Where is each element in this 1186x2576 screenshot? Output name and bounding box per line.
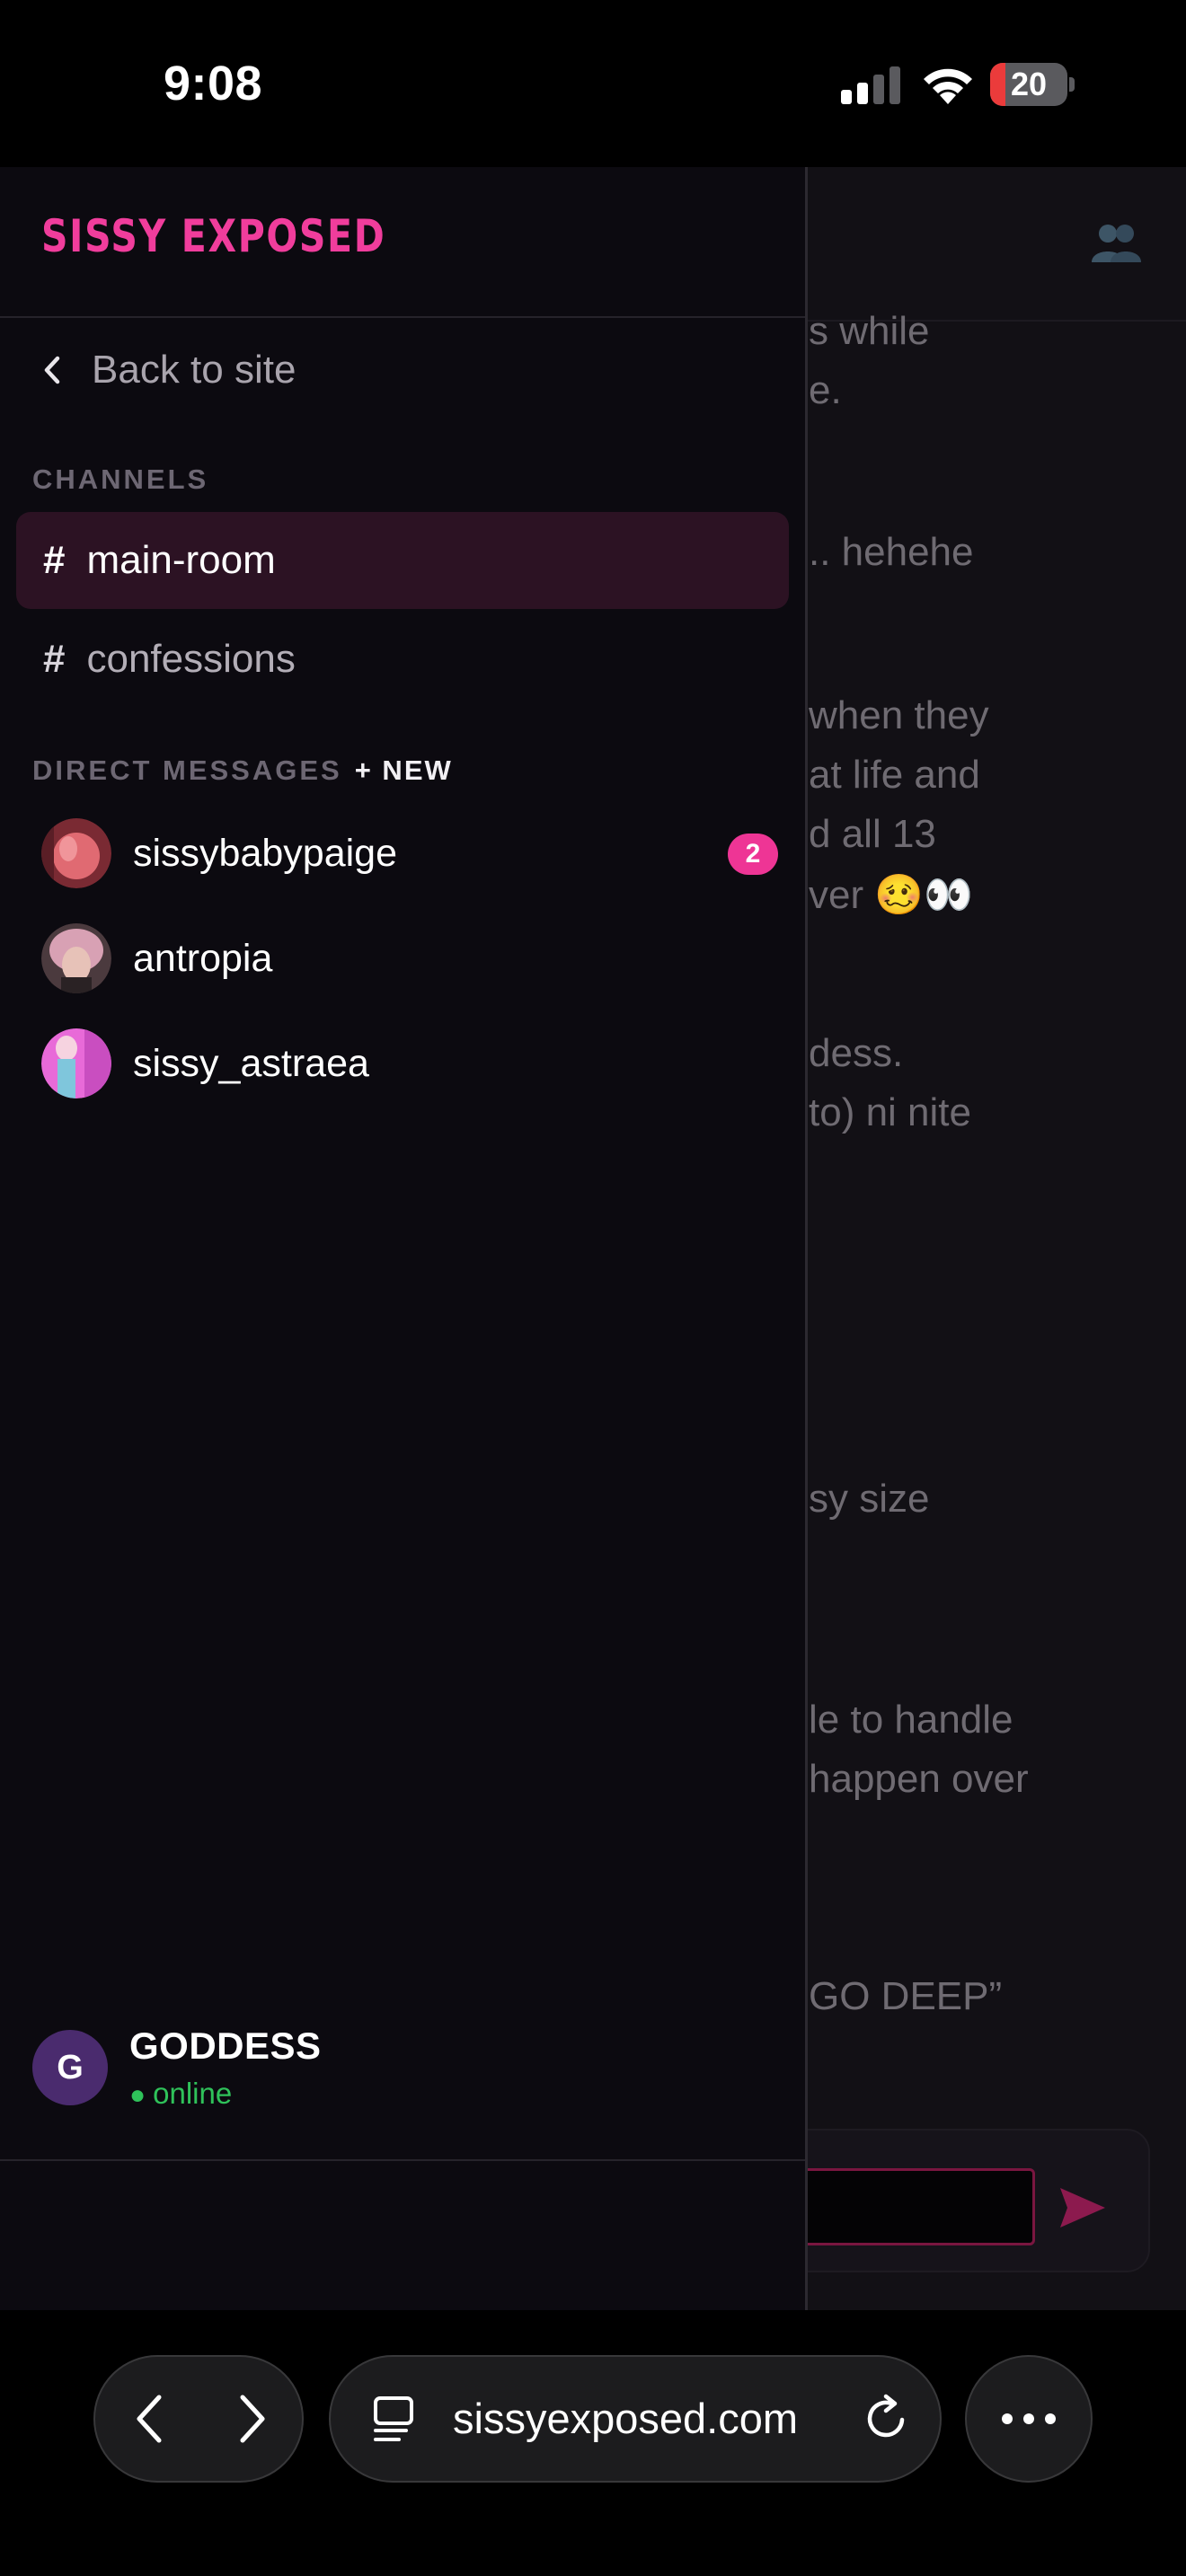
message-fragment: s while [809,309,930,353]
channel-confessions[interactable]: # confessions [16,611,789,708]
avatar [41,1028,111,1098]
battery-icon: 20 [990,63,1075,106]
message-fragment: d all 13 [809,812,936,856]
page-menu-icon[interactable] [370,2395,417,2443]
back-button[interactable] [95,2357,200,2481]
user-avatar[interactable]: G [32,2030,108,2105]
dm-name: sissybabypaige [133,831,398,875]
dm-name: antropia [133,936,273,980]
dm-name: sissy_astraea [133,1041,369,1085]
message-fragment: GO DEEP” [809,1974,1003,2018]
message-fragment: .. hehehe [809,530,974,574]
message-fragment: when they [809,693,989,737]
direct-messages-label: DIRECT MESSAGES [32,754,342,786]
channel-main-room[interactable]: # main-room [16,512,789,609]
more-dots-icon [1002,2413,1056,2424]
battery-level: 20 [1010,66,1048,102]
drawer-header: SISSY EXPOSED [0,167,805,318]
wifi-icon [924,68,972,104]
channel-name: confessions [86,637,296,681]
message-fragment: ver 🥴👀 [809,873,973,917]
reload-icon[interactable] [863,2393,909,2443]
side-drawer: SISSY EXPOSED Back to site CHANNELS # ma… [0,167,808,2310]
more-button[interactable] [965,2355,1093,2483]
cellular-signal-icon [841,66,900,104]
back-to-site-label: Back to site [92,348,296,392]
hash-icon: # [43,538,66,582]
user-status: ● online [129,2077,232,2111]
brand-logo[interactable]: SISSY EXPOSED [41,210,385,262]
message-input[interactable] [791,2168,1035,2245]
message-fragment: e. [809,368,842,412]
avatar [41,923,111,993]
message-fragment: happen over [809,1757,1029,1801]
message-fragment: dess. [809,1031,904,1075]
chevron-left-icon [44,356,60,384]
channels-heading: CHANNELS [32,463,209,495]
history-nav [93,2355,304,2483]
status-time: 9:08 [164,57,263,110]
user-name: GODDESS [129,2025,322,2067]
forward-button[interactable] [200,2357,305,2481]
message-fragment: le to handle [809,1698,1013,1742]
message-fragment: at life and [809,753,980,797]
online-dot-icon: ● [129,2080,146,2110]
dm-item-antropia[interactable]: antropia [41,921,778,996]
channel-name: main-room [86,538,276,582]
address-bar[interactable]: sissyexposed.com [329,2355,942,2483]
current-user-panel [0,2159,805,2312]
back-to-site-link[interactable]: Back to site [41,343,296,397]
avatar [41,818,111,888]
new-dm-button[interactable]: + NEW [355,754,453,786]
back-chevron-icon [137,2395,161,2443]
forward-chevron-icon [240,2395,264,2443]
unread-badge: 2 [728,834,778,875]
dm-item-sissybabypaige[interactable]: sissybabypaige 2 [41,816,778,891]
status-bar: 9:08 20 [0,0,1186,167]
send-icon[interactable] [1058,2186,1107,2229]
hash-icon: # [43,637,66,681]
direct-messages-heading: DIRECT MESSAGES + NEW [32,754,453,787]
message-fragment: sy size [809,1477,930,1521]
group-icon[interactable] [1089,221,1143,266]
dm-item-sissy-astraea[interactable]: sissy_astraea [41,1026,778,1101]
message-fragment: to) ni nite [809,1090,971,1134]
url-text: sissyexposed.com [453,2395,798,2442]
user-status-label: online [153,2077,233,2110]
